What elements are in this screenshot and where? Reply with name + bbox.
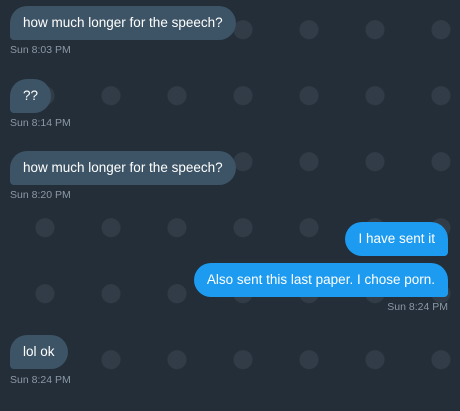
incoming-message-bubble[interactable]: ?? [10, 79, 52, 113]
message-text: ?? [23, 88, 39, 103]
incoming-message-bubble[interactable]: lol ok [10, 335, 68, 369]
incoming-message-bubble[interactable]: how much longer for the speech? [10, 151, 236, 185]
message-text: Also sent this last paper. I chose porn. [206, 272, 435, 287]
message-timestamp: Sun 8:03 PM [10, 44, 71, 56]
message-text: how much longer for the speech? [23, 160, 223, 175]
message-timestamp: Sun 8:20 PM [10, 189, 71, 201]
message-timestamp: Sun 8:24 PM [387, 301, 448, 313]
outgoing-message-bubble[interactable]: I have sent it [345, 222, 448, 256]
message-timestamp: Sun 8:24 PM [10, 374, 71, 386]
message-thread: how much longer for the speech? Sun 8:03… [0, 0, 460, 411]
message-timestamp: Sun 8:14 PM [10, 117, 71, 129]
incoming-message-bubble[interactable]: how much longer for the speech? [10, 6, 236, 40]
message-text: I have sent it [358, 231, 435, 246]
message-text: how much longer for the speech? [23, 15, 223, 30]
outgoing-message-bubble[interactable]: Also sent this last paper. I chose porn. [193, 263, 448, 297]
message-text: lol ok [23, 344, 55, 359]
